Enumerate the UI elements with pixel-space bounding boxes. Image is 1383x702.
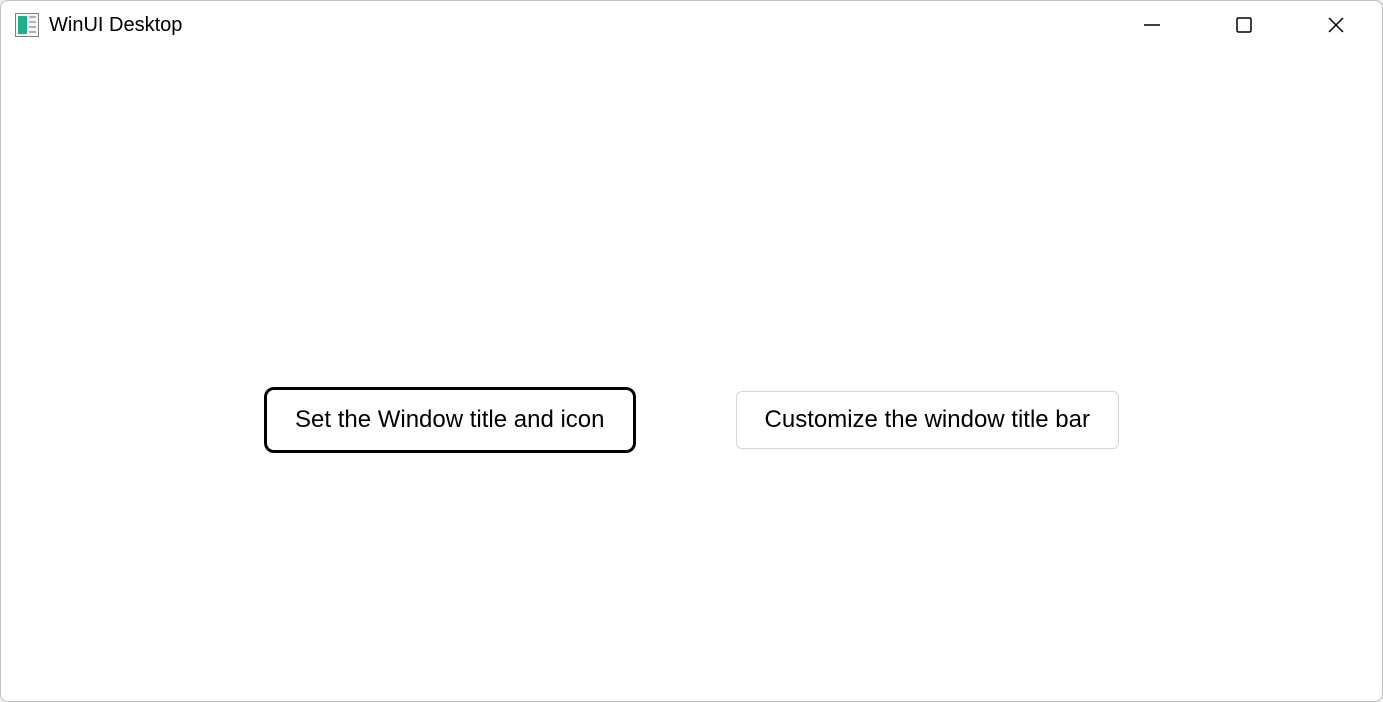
app-icon: [15, 13, 39, 37]
window-title: WinUI Desktop: [49, 14, 182, 37]
close-icon: [1326, 15, 1346, 35]
maximize-button[interactable]: [1198, 1, 1290, 49]
minimize-button[interactable]: [1106, 1, 1198, 49]
window-controls: [1106, 1, 1382, 49]
minimize-icon: [1142, 15, 1162, 35]
maximize-icon: [1234, 15, 1254, 35]
customize-title-bar-button[interactable]: Customize the window title bar: [736, 391, 1119, 449]
app-window: WinUI Desktop Set the Window title and i: [0, 0, 1383, 702]
set-title-icon-button[interactable]: Set the Window title and icon: [264, 387, 636, 453]
titlebar[interactable]: WinUI Desktop: [1, 1, 1382, 49]
content-area: Set the Window title and icon Customize …: [1, 49, 1382, 701]
close-button[interactable]: [1290, 1, 1382, 49]
